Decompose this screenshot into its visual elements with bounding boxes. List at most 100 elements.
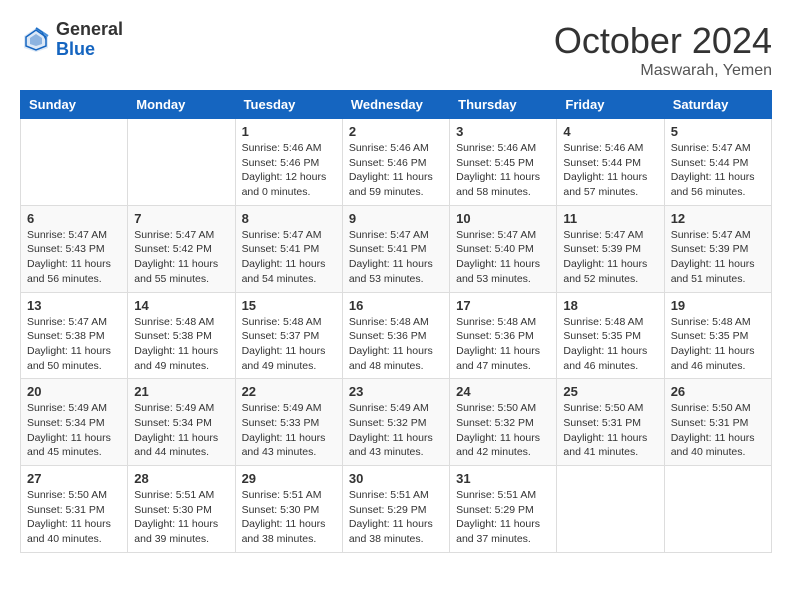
calendar-week-2: 13 Sunrise: 5:47 AMSunset: 5:38 PMDaylig… xyxy=(21,292,772,379)
day-number: 9 xyxy=(349,211,443,226)
day-number: 22 xyxy=(242,384,336,399)
day-detail: Sunrise: 5:46 AMSunset: 5:46 PMDaylight:… xyxy=(349,141,443,200)
calendar-cell: 11 Sunrise: 5:47 AMSunset: 5:39 PMDaylig… xyxy=(557,205,664,292)
calendar-cell xyxy=(557,466,664,553)
calendar-cell: 10 Sunrise: 5:47 AMSunset: 5:40 PMDaylig… xyxy=(450,205,557,292)
calendar-cell xyxy=(128,119,235,206)
day-detail: Sunrise: 5:47 AMSunset: 5:40 PMDaylight:… xyxy=(456,228,550,287)
day-number: 31 xyxy=(456,471,550,486)
day-number: 10 xyxy=(456,211,550,226)
day-detail: Sunrise: 5:47 AMSunset: 5:38 PMDaylight:… xyxy=(27,315,121,374)
calendar-cell: 24 Sunrise: 5:50 AMSunset: 5:32 PMDaylig… xyxy=(450,379,557,466)
day-number: 7 xyxy=(134,211,228,226)
calendar-cell: 27 Sunrise: 5:50 AMSunset: 5:31 PMDaylig… xyxy=(21,466,128,553)
logo-blue-text: Blue xyxy=(56,40,123,60)
day-detail: Sunrise: 5:49 AMSunset: 5:32 PMDaylight:… xyxy=(349,401,443,460)
calendar-week-4: 27 Sunrise: 5:50 AMSunset: 5:31 PMDaylig… xyxy=(21,466,772,553)
calendar-cell: 4 Sunrise: 5:46 AMSunset: 5:44 PMDayligh… xyxy=(557,119,664,206)
calendar-cell: 13 Sunrise: 5:47 AMSunset: 5:38 PMDaylig… xyxy=(21,292,128,379)
day-number: 17 xyxy=(456,298,550,313)
calendar-cell xyxy=(21,119,128,206)
day-number: 19 xyxy=(671,298,765,313)
title-block: October 2024 Maswarah, Yemen xyxy=(554,20,772,80)
day-detail: Sunrise: 5:47 AMSunset: 5:44 PMDaylight:… xyxy=(671,141,765,200)
calendar-cell: 5 Sunrise: 5:47 AMSunset: 5:44 PMDayligh… xyxy=(664,119,771,206)
day-number: 12 xyxy=(671,211,765,226)
day-detail: Sunrise: 5:51 AMSunset: 5:29 PMDaylight:… xyxy=(349,488,443,547)
day-detail: Sunrise: 5:47 AMSunset: 5:39 PMDaylight:… xyxy=(671,228,765,287)
day-detail: Sunrise: 5:48 AMSunset: 5:36 PMDaylight:… xyxy=(349,315,443,374)
day-number: 18 xyxy=(563,298,657,313)
calendar-week-1: 6 Sunrise: 5:47 AMSunset: 5:43 PMDayligh… xyxy=(21,205,772,292)
column-header-saturday: Saturday xyxy=(664,91,771,119)
day-detail: Sunrise: 5:48 AMSunset: 5:37 PMDaylight:… xyxy=(242,315,336,374)
day-detail: Sunrise: 5:51 AMSunset: 5:30 PMDaylight:… xyxy=(242,488,336,547)
day-detail: Sunrise: 5:51 AMSunset: 5:29 PMDaylight:… xyxy=(456,488,550,547)
column-header-wednesday: Wednesday xyxy=(342,91,449,119)
day-number: 2 xyxy=(349,124,443,139)
day-detail: Sunrise: 5:50 AMSunset: 5:31 PMDaylight:… xyxy=(671,401,765,460)
calendar-cell: 26 Sunrise: 5:50 AMSunset: 5:31 PMDaylig… xyxy=(664,379,771,466)
calendar-cell: 25 Sunrise: 5:50 AMSunset: 5:31 PMDaylig… xyxy=(557,379,664,466)
calendar-cell: 23 Sunrise: 5:49 AMSunset: 5:32 PMDaylig… xyxy=(342,379,449,466)
day-detail: Sunrise: 5:49 AMSunset: 5:33 PMDaylight:… xyxy=(242,401,336,460)
day-number: 16 xyxy=(349,298,443,313)
day-detail: Sunrise: 5:48 AMSunset: 5:35 PMDaylight:… xyxy=(671,315,765,374)
day-number: 6 xyxy=(27,211,121,226)
day-detail: Sunrise: 5:47 AMSunset: 5:39 PMDaylight:… xyxy=(563,228,657,287)
month-title: October 2024 xyxy=(554,20,772,62)
calendar-week-3: 20 Sunrise: 5:49 AMSunset: 5:34 PMDaylig… xyxy=(21,379,772,466)
day-number: 26 xyxy=(671,384,765,399)
calendar-cell: 14 Sunrise: 5:48 AMSunset: 5:38 PMDaylig… xyxy=(128,292,235,379)
day-detail: Sunrise: 5:46 AMSunset: 5:45 PMDaylight:… xyxy=(456,141,550,200)
calendar-cell: 28 Sunrise: 5:51 AMSunset: 5:30 PMDaylig… xyxy=(128,466,235,553)
column-header-tuesday: Tuesday xyxy=(235,91,342,119)
day-detail: Sunrise: 5:46 AMSunset: 5:44 PMDaylight:… xyxy=(563,141,657,200)
day-number: 11 xyxy=(563,211,657,226)
calendar-cell: 22 Sunrise: 5:49 AMSunset: 5:33 PMDaylig… xyxy=(235,379,342,466)
day-detail: Sunrise: 5:50 AMSunset: 5:31 PMDaylight:… xyxy=(563,401,657,460)
day-number: 1 xyxy=(242,124,336,139)
day-detail: Sunrise: 5:48 AMSunset: 5:35 PMDaylight:… xyxy=(563,315,657,374)
day-detail: Sunrise: 5:51 AMSunset: 5:30 PMDaylight:… xyxy=(134,488,228,547)
day-detail: Sunrise: 5:47 AMSunset: 5:41 PMDaylight:… xyxy=(242,228,336,287)
calendar-cell: 29 Sunrise: 5:51 AMSunset: 5:30 PMDaylig… xyxy=(235,466,342,553)
day-number: 14 xyxy=(134,298,228,313)
page-header: General Blue October 2024 Maswarah, Yeme… xyxy=(20,20,772,80)
day-number: 27 xyxy=(27,471,121,486)
day-number: 5 xyxy=(671,124,765,139)
day-number: 30 xyxy=(349,471,443,486)
day-detail: Sunrise: 5:46 AMSunset: 5:46 PMDaylight:… xyxy=(242,141,336,200)
column-header-sunday: Sunday xyxy=(21,91,128,119)
column-header-thursday: Thursday xyxy=(450,91,557,119)
day-detail: Sunrise: 5:47 AMSunset: 5:43 PMDaylight:… xyxy=(27,228,121,287)
day-detail: Sunrise: 5:47 AMSunset: 5:42 PMDaylight:… xyxy=(134,228,228,287)
day-number: 23 xyxy=(349,384,443,399)
day-number: 24 xyxy=(456,384,550,399)
calendar-cell: 18 Sunrise: 5:48 AMSunset: 5:35 PMDaylig… xyxy=(557,292,664,379)
day-number: 25 xyxy=(563,384,657,399)
logo-general-text: General xyxy=(56,20,123,40)
day-number: 3 xyxy=(456,124,550,139)
calendar-cell xyxy=(664,466,771,553)
day-detail: Sunrise: 5:49 AMSunset: 5:34 PMDaylight:… xyxy=(134,401,228,460)
day-number: 8 xyxy=(242,211,336,226)
calendar-week-0: 1 Sunrise: 5:46 AMSunset: 5:46 PMDayligh… xyxy=(21,119,772,206)
logo-icon xyxy=(20,24,52,56)
calendar-cell: 21 Sunrise: 5:49 AMSunset: 5:34 PMDaylig… xyxy=(128,379,235,466)
day-number: 4 xyxy=(563,124,657,139)
calendar-cell: 19 Sunrise: 5:48 AMSunset: 5:35 PMDaylig… xyxy=(664,292,771,379)
calendar-cell: 15 Sunrise: 5:48 AMSunset: 5:37 PMDaylig… xyxy=(235,292,342,379)
calendar-cell: 1 Sunrise: 5:46 AMSunset: 5:46 PMDayligh… xyxy=(235,119,342,206)
calendar-cell: 8 Sunrise: 5:47 AMSunset: 5:41 PMDayligh… xyxy=(235,205,342,292)
calendar-cell: 9 Sunrise: 5:47 AMSunset: 5:41 PMDayligh… xyxy=(342,205,449,292)
calendar-cell: 3 Sunrise: 5:46 AMSunset: 5:45 PMDayligh… xyxy=(450,119,557,206)
day-number: 21 xyxy=(134,384,228,399)
calendar-cell: 31 Sunrise: 5:51 AMSunset: 5:29 PMDaylig… xyxy=(450,466,557,553)
day-number: 28 xyxy=(134,471,228,486)
column-header-monday: Monday xyxy=(128,91,235,119)
calendar-cell: 12 Sunrise: 5:47 AMSunset: 5:39 PMDaylig… xyxy=(664,205,771,292)
calendar-cell: 30 Sunrise: 5:51 AMSunset: 5:29 PMDaylig… xyxy=(342,466,449,553)
logo: General Blue xyxy=(20,20,123,60)
location: Maswarah, Yemen xyxy=(554,62,772,80)
